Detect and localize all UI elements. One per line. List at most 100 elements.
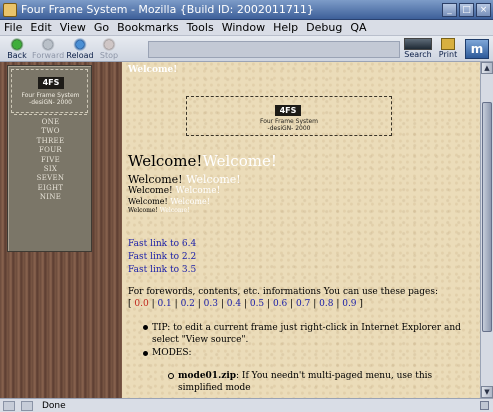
fast-link-2-2[interactable]: Fast link to 2.2 — [128, 252, 196, 262]
version-link-0-8[interactable]: 0.8 — [319, 299, 333, 309]
welcome-shadow: Welcome! — [202, 152, 277, 170]
forward-label: Forward — [32, 51, 65, 60]
window-titlebar: Four Frame System - Mozilla {Build ID: 2… — [0, 0, 493, 20]
menu-file[interactable]: File — [0, 21, 26, 34]
menu-tools[interactable]: Tools — [183, 21, 218, 34]
menu-bookmarks[interactable]: Bookmarks — [113, 21, 182, 34]
welcome-heading-4: Welcome! Welcome! — [128, 197, 210, 206]
menu-item-seven[interactable]: SEVEN — [8, 174, 93, 183]
stop-button[interactable]: Stop — [98, 36, 120, 62]
print-button[interactable]: Print — [436, 36, 460, 62]
menu-item-five[interactable]: FIVE — [8, 156, 93, 165]
info-text: For forewords, contents, etc. informatio… — [128, 287, 439, 297]
version-link-0-9[interactable]: 0.9 — [342, 299, 356, 309]
bullet-dot — [143, 325, 148, 330]
menu-panel: 4FS Four Frame System -desiGN- 2000 ONE … — [7, 65, 92, 252]
version-link-0-1[interactable]: 0.1 — [157, 299, 171, 309]
printer-icon — [441, 38, 455, 50]
welcome-shadow: Welcome! — [175, 186, 221, 196]
version-link-0-4[interactable]: 0.4 — [227, 299, 241, 309]
print-label: Print — [438, 50, 458, 59]
logo-badge: 4FS — [38, 77, 64, 89]
welcome-shadow: Welcome! — [170, 197, 210, 206]
frame-menu-list: ONE TWO THREE FOUR FIVE SIX SEVEN EIGHT … — [8, 114, 93, 203]
menu-logo: 4FS Four Frame System -desiGN- 2000 — [11, 69, 88, 113]
welcome-shadow: Welcome! — [186, 173, 241, 186]
menu-divider — [14, 114, 87, 115]
forward-button[interactable]: Forward — [32, 36, 64, 62]
welcome-heading-3: Welcome! Welcome! — [128, 186, 220, 196]
menu-item-four[interactable]: FOUR — [8, 146, 93, 155]
welcome-text: Welcome! — [128, 152, 203, 170]
search-button[interactable]: Search — [402, 36, 434, 62]
version-link-0-3[interactable]: 0.3 — [204, 299, 218, 309]
menu-bar: File Edit View Go Bookmarks Tools Window… — [0, 20, 493, 36]
menu-help[interactable]: Help — [269, 21, 302, 34]
menu-go[interactable]: Go — [90, 21, 113, 34]
page-content: 4FS Four Frame System -desiGN- 2000 ONE … — [0, 62, 480, 398]
banner-badge: 4FS — [275, 105, 301, 116]
version-link-0-2[interactable]: 0.2 — [181, 299, 195, 309]
welcome-heading-5: Welcome! Welcome! — [128, 207, 189, 214]
version-link-0-6[interactable]: 0.6 — [273, 299, 287, 309]
fast-link-3-5[interactable]: Fast link to 3.5 — [128, 265, 196, 275]
menu-item-six[interactable]: SIX — [8, 165, 93, 174]
close-button[interactable]: × — [476, 2, 491, 17]
welcome-text: Welcome! — [128, 207, 158, 214]
scroll-thumb[interactable] — [482, 102, 492, 332]
reload-label: Reload — [66, 51, 94, 60]
back-label: Back — [7, 51, 27, 60]
mode01-link[interactable]: mode01.zip — [178, 371, 236, 381]
scroll-down-button[interactable]: ▼ — [481, 386, 493, 398]
version-link-0-7[interactable]: 0.7 — [296, 299, 310, 309]
stop-label: Stop — [99, 51, 119, 60]
reload-icon — [73, 38, 87, 51]
forward-arrow-icon — [41, 38, 55, 51]
scroll-up-button[interactable]: ▲ — [481, 62, 493, 74]
menu-edit[interactable]: Edit — [26, 21, 55, 34]
menu-item-two[interactable]: TWO — [8, 127, 93, 136]
component-bar-icon[interactable] — [3, 400, 15, 411]
page-label: Welcome! — [128, 65, 178, 75]
modes-label: MODES: — [152, 348, 192, 358]
version-link-0-0[interactable]: 0.0 — [134, 299, 148, 309]
navigation-toolbar: Back Forward Reload Stop Search Print m — [0, 36, 493, 62]
banner-line-2: -desiGN- 2000 — [267, 125, 311, 132]
menu-item-eight[interactable]: EIGHT — [8, 184, 93, 193]
back-button[interactable]: Back — [4, 36, 30, 62]
maximize-button[interactable]: □ — [459, 2, 474, 17]
banner-logo: 4FS Four Frame System -desiGN- 2000 — [186, 96, 392, 136]
menu-window[interactable]: Window — [218, 21, 269, 34]
vertical-scrollbar[interactable]: ▲ ▼ — [480, 62, 493, 398]
left-frame: 4FS Four Frame System -desiGN- 2000 ONE … — [0, 62, 122, 398]
minimize-button[interactable]: _ — [442, 2, 457, 17]
fast-link-6-4[interactable]: Fast link to 6.4 — [128, 239, 196, 249]
status-text: Done — [42, 400, 66, 411]
menu-view[interactable]: View — [56, 21, 90, 34]
logo-line-2: -desiGN- 2000 — [29, 99, 72, 106]
menu-qa[interactable]: QA — [346, 21, 370, 34]
security-lock-icon[interactable] — [480, 401, 489, 410]
menu-item-nine[interactable]: NINE — [8, 193, 93, 202]
welcome-text: Welcome! — [128, 173, 183, 186]
back-arrow-icon — [10, 38, 24, 51]
reload-button[interactable]: Reload — [66, 36, 94, 62]
welcome-text: Welcome! — [128, 197, 168, 206]
app-icon — [3, 2, 17, 17]
welcome-shadow: Welcome! — [159, 207, 190, 214]
menu-item-three[interactable]: THREE — [8, 137, 93, 146]
status-bar: Done — [0, 398, 493, 412]
online-status-icon[interactable] — [21, 400, 33, 411]
menu-item-one[interactable]: ONE — [8, 118, 93, 127]
banner-line-1: Four Frame System — [259, 118, 319, 125]
main-frame: Welcome! 4FS Four Frame System -desiGN- … — [122, 62, 480, 398]
stop-icon — [102, 38, 116, 51]
url-bar[interactable] — [148, 41, 400, 58]
throbber-logo[interactable]: m — [465, 39, 489, 59]
version-links: [ 0.0 | 0.1 | 0.2 | 0.3 | 0.4 | 0.5 | 0.… — [128, 299, 363, 309]
version-link-0-5[interactable]: 0.5 — [250, 299, 264, 309]
sub-bullet-circle — [168, 373, 174, 379]
logo-line-1: Four Frame System — [21, 92, 80, 99]
welcome-heading-1: Welcome!Welcome! — [128, 152, 277, 170]
menu-debug[interactable]: Debug — [302, 21, 346, 34]
